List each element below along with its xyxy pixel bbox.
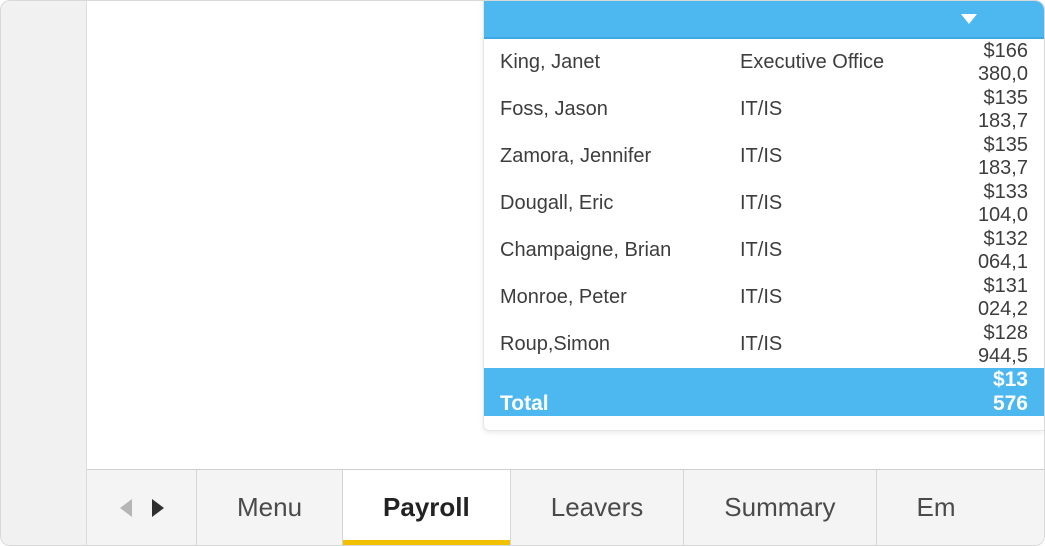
cell-amount: $135 183,7 [970,87,1028,133]
side-white-panel [88,1,384,469]
sort-desc-icon [961,14,977,24]
cell-name: Dougall, Eric [500,192,740,215]
table-row[interactable]: King, Janet Executive Office $166 380,0 [484,39,1044,86]
sheet-tabs: Menu Payroll Leavers Summary Em [87,469,1044,545]
table-row[interactable]: Foss, Jason IT/IS $135 183,7 [484,86,1044,133]
table-row[interactable]: Roup,Simon IT/IS $128 944,5 [484,321,1044,368]
cell-dept: IT/IS [740,192,970,215]
cell-name: Monroe, Peter [500,286,740,309]
tab-leavers[interactable]: Leavers [511,470,685,545]
table-row[interactable]: Champaigne, Brian IT/IS $132 064,1 [484,227,1044,274]
header-col-amount[interactable] [940,14,998,24]
tab-next-icon[interactable] [152,499,164,517]
cell-amount: $131 024,2 [970,275,1028,321]
cell-dept: Executive Office [740,51,970,74]
cell-dept: IT/IS [740,98,970,121]
cell-dept: IT/IS [740,239,970,262]
total-label: Total [500,392,740,416]
tab-prev-icon[interactable] [120,499,132,517]
table-row[interactable]: Zamora, Jennifer IT/IS $135 183,7 [484,133,1044,180]
table-total-row: Total $13 576 753,5 [484,368,1044,416]
tab-em[interactable]: Em [877,470,962,545]
table-row[interactable]: Monroe, Peter IT/IS $131 024,2 [484,274,1044,321]
tab-nav-arrows [87,470,197,545]
table-row[interactable]: Dougall, Eric IT/IS $133 104,0 [484,180,1044,227]
tab-menu[interactable]: Menu [197,470,343,545]
cell-name: Zamora, Jennifer [500,145,740,168]
cell-amount: $128 944,5 [970,322,1028,368]
cell-name: King, Janet [500,51,740,74]
report-canvas: King, Janet Executive Office $166 380,0 … [87,1,1044,469]
tab-summary[interactable]: Summary [684,470,876,545]
cell-dept: IT/IS [740,286,970,309]
table-header-row[interactable] [484,1,1044,39]
cell-name: Champaigne, Brian [500,239,740,262]
table-body: King, Janet Executive Office $166 380,0 … [484,39,1044,368]
cell-amount: $166 380,0 [970,40,1028,86]
cell-name: Roup,Simon [500,333,740,356]
cell-dept: IT/IS [740,333,970,356]
report-window: King, Janet Executive Office $166 380,0 … [0,0,1045,546]
left-gutter-panel [1,1,87,545]
tab-payroll[interactable]: Payroll [343,470,511,545]
total-amount: $13 576 753,5 [970,368,1028,431]
cell-name: Foss, Jason [500,98,740,121]
cell-amount: $133 104,0 [970,181,1028,227]
cell-amount: $135 183,7 [970,134,1028,180]
cell-dept: IT/IS [740,145,970,168]
cell-amount: $132 064,1 [970,228,1028,274]
payroll-table: King, Janet Executive Office $166 380,0 … [483,1,1044,431]
